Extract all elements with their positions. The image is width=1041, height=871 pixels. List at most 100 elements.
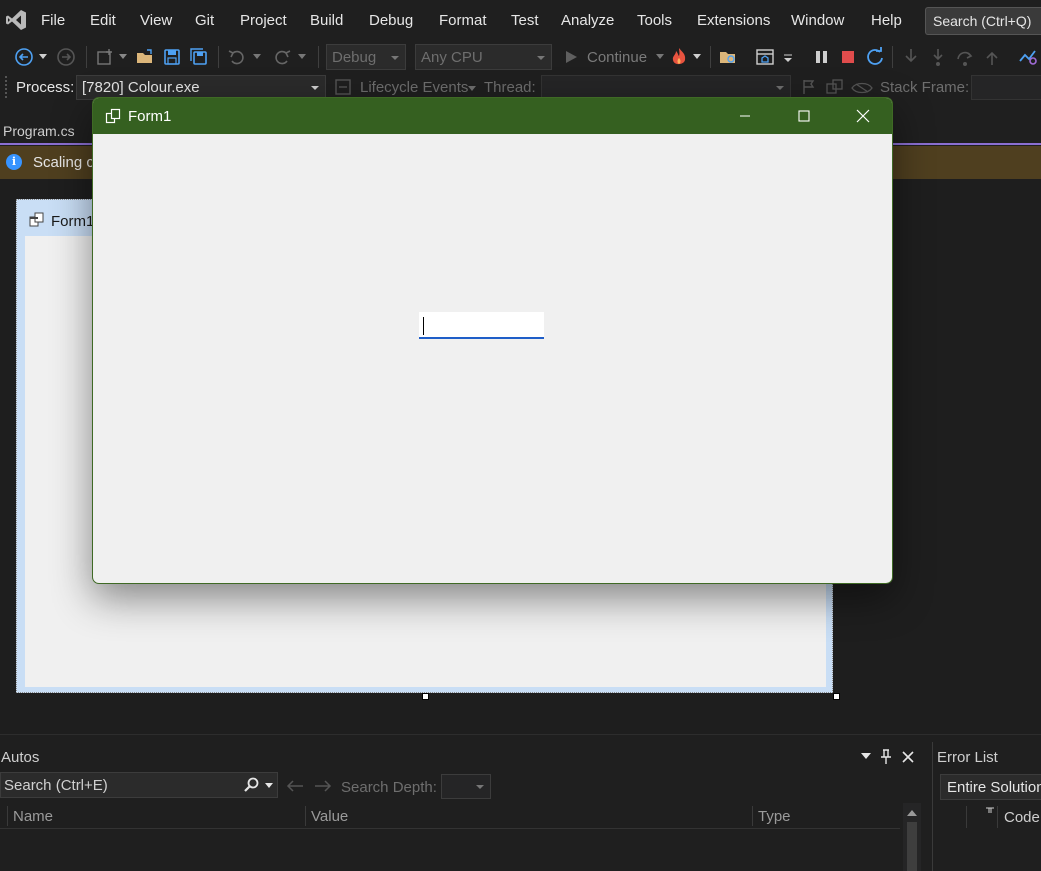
- pin-icon[interactable]: [879, 749, 893, 765]
- lifecycle-events-icon[interactable]: [334, 78, 354, 98]
- column-divider[interactable]: [966, 806, 967, 828]
- column-header-value[interactable]: Value: [311, 808, 348, 825]
- menu-file[interactable]: File: [41, 12, 65, 29]
- column-header-code[interactable]: Code: [1004, 809, 1040, 826]
- stop-debugging-icon[interactable]: [837, 46, 859, 68]
- new-project-dropdown-icon[interactable]: [116, 46, 130, 68]
- stack-frame-dropdown[interactable]: [971, 75, 1041, 100]
- back-dropdown-icon[interactable]: [36, 46, 50, 68]
- column-divider[interactable]: [752, 806, 753, 826]
- column-header-type[interactable]: Type: [758, 808, 791, 825]
- search-depth-label: Search Depth:: [341, 779, 437, 796]
- error-scope-dropdown[interactable]: Entire Solution: [940, 774, 1041, 800]
- info-icon: i: [6, 154, 22, 170]
- running-form-window[interactable]: Form1: [92, 97, 893, 584]
- step-into-icon[interactable]: [900, 46, 922, 68]
- open-folder-icon[interactable]: [134, 46, 156, 68]
- maximize-icon: [798, 110, 810, 122]
- window-title-bar[interactable]: Form1: [93, 98, 892, 134]
- undo-dropdown-icon[interactable]: [250, 46, 264, 68]
- column-filter-icon[interactable]: [985, 806, 995, 816]
- menu-git[interactable]: Git: [195, 12, 214, 29]
- browser-link-icon[interactable]: [754, 46, 776, 68]
- close-icon: [856, 109, 870, 123]
- scrollbar-thumb[interactable]: [907, 822, 917, 871]
- form-icon: [29, 212, 45, 228]
- close-button[interactable]: [847, 106, 879, 126]
- menu-build[interactable]: Build: [310, 12, 343, 29]
- resize-handle-corner[interactable]: [833, 693, 840, 700]
- close-pane-icon[interactable]: [902, 751, 914, 763]
- step-over-icon[interactable]: [954, 46, 976, 68]
- text-input[interactable]: [419, 312, 544, 339]
- menu-window[interactable]: Window: [791, 12, 844, 29]
- minimize-button[interactable]: [729, 106, 761, 126]
- save-icon[interactable]: [161, 46, 183, 68]
- step-out-icon[interactable]: [981, 46, 1003, 68]
- search-forward-arrow-icon[interactable]: [314, 779, 332, 793]
- visual-studio-logo-icon[interactable]: [4, 8, 28, 32]
- thread-label: Thread:: [484, 79, 536, 96]
- toggle-thread-flag-icon[interactable]: [800, 78, 820, 98]
- lifecycle-dropdown-icon[interactable]: [468, 86, 476, 92]
- autos-search-placeholder: Search (Ctrl+E): [4, 777, 108, 794]
- tab-program-cs[interactable]: Program.cs: [0, 119, 90, 143]
- maximize-button[interactable]: [788, 106, 820, 126]
- undo-icon[interactable]: [226, 46, 248, 68]
- menu-edit[interactable]: Edit: [90, 12, 116, 29]
- lifecycle-events-label[interactable]: Lifecycle Events: [360, 79, 468, 96]
- process-label: Process:: [16, 79, 75, 96]
- diagnostics-icon[interactable]: [1017, 46, 1039, 68]
- resize-handle-bottom[interactable]: [422, 693, 429, 700]
- hot-reload-icon[interactable]: [668, 46, 690, 68]
- solution-configuration-dropdown[interactable]: Debug: [326, 44, 406, 70]
- menu-analyze[interactable]: Analyze: [561, 12, 614, 29]
- menu-extensions[interactable]: Extensions: [697, 12, 770, 29]
- search-back-arrow-icon[interactable]: [286, 779, 304, 793]
- play-icon: [566, 51, 577, 63]
- platform-value: Any CPU: [421, 49, 483, 66]
- restart-icon[interactable]: [864, 46, 886, 68]
- folder-browse-icon[interactable]: [717, 46, 739, 68]
- save-all-icon[interactable]: [188, 46, 210, 68]
- designer-form-title: Form1: [51, 213, 95, 230]
- text-caret: [423, 317, 424, 335]
- toolbar-separator: [318, 46, 319, 68]
- step-into-specific-icon[interactable]: [927, 46, 949, 68]
- menu-help[interactable]: Help: [871, 12, 902, 29]
- search-depth-dropdown[interactable]: [441, 774, 491, 799]
- column-divider[interactable]: [7, 806, 8, 826]
- column-divider[interactable]: [997, 806, 998, 828]
- menu-test[interactable]: Test: [511, 12, 539, 29]
- autos-search-input[interactable]: Search (Ctrl+E): [0, 772, 278, 798]
- break-all-icon[interactable]: [810, 46, 832, 68]
- new-project-icon[interactable]: [94, 46, 116, 68]
- menu-project[interactable]: Project: [240, 12, 287, 29]
- menu-tools[interactable]: Tools: [637, 12, 672, 29]
- stack-frame-icon[interactable]: [850, 80, 874, 96]
- redo-icon[interactable]: [271, 46, 293, 68]
- global-search-box[interactable]: Search (Ctrl+Q): [925, 7, 1041, 35]
- window-icon: [105, 108, 122, 125]
- navigate-forward-icon[interactable]: [55, 46, 77, 68]
- toolbar-grip: [5, 76, 7, 98]
- show-threads-icon[interactable]: [825, 78, 845, 98]
- scroll-up-icon[interactable]: [906, 809, 918, 817]
- window-title: Form1: [128, 108, 172, 125]
- menu-view[interactable]: View: [140, 12, 172, 29]
- column-header-name[interactable]: Name: [13, 808, 53, 825]
- toolbar-overflow-icon[interactable]: [780, 46, 796, 68]
- redo-dropdown-icon[interactable]: [295, 46, 309, 68]
- search-icon[interactable]: [243, 777, 259, 793]
- continue-button[interactable]: Continue: [563, 46, 667, 68]
- hot-reload-dropdown-icon[interactable]: [690, 46, 704, 68]
- panel-splitter[interactable]: [0, 734, 1041, 742]
- search-options-dropdown-icon[interactable]: [265, 783, 273, 789]
- column-divider[interactable]: [305, 806, 306, 826]
- menu-debug[interactable]: Debug: [369, 12, 413, 29]
- navigate-back-icon[interactable]: [13, 46, 35, 68]
- continue-dropdown-icon: [656, 54, 665, 59]
- window-options-dropdown-icon[interactable]: [860, 752, 872, 760]
- solution-platform-dropdown[interactable]: Any CPU: [415, 44, 552, 70]
- menu-format[interactable]: Format: [439, 12, 487, 29]
